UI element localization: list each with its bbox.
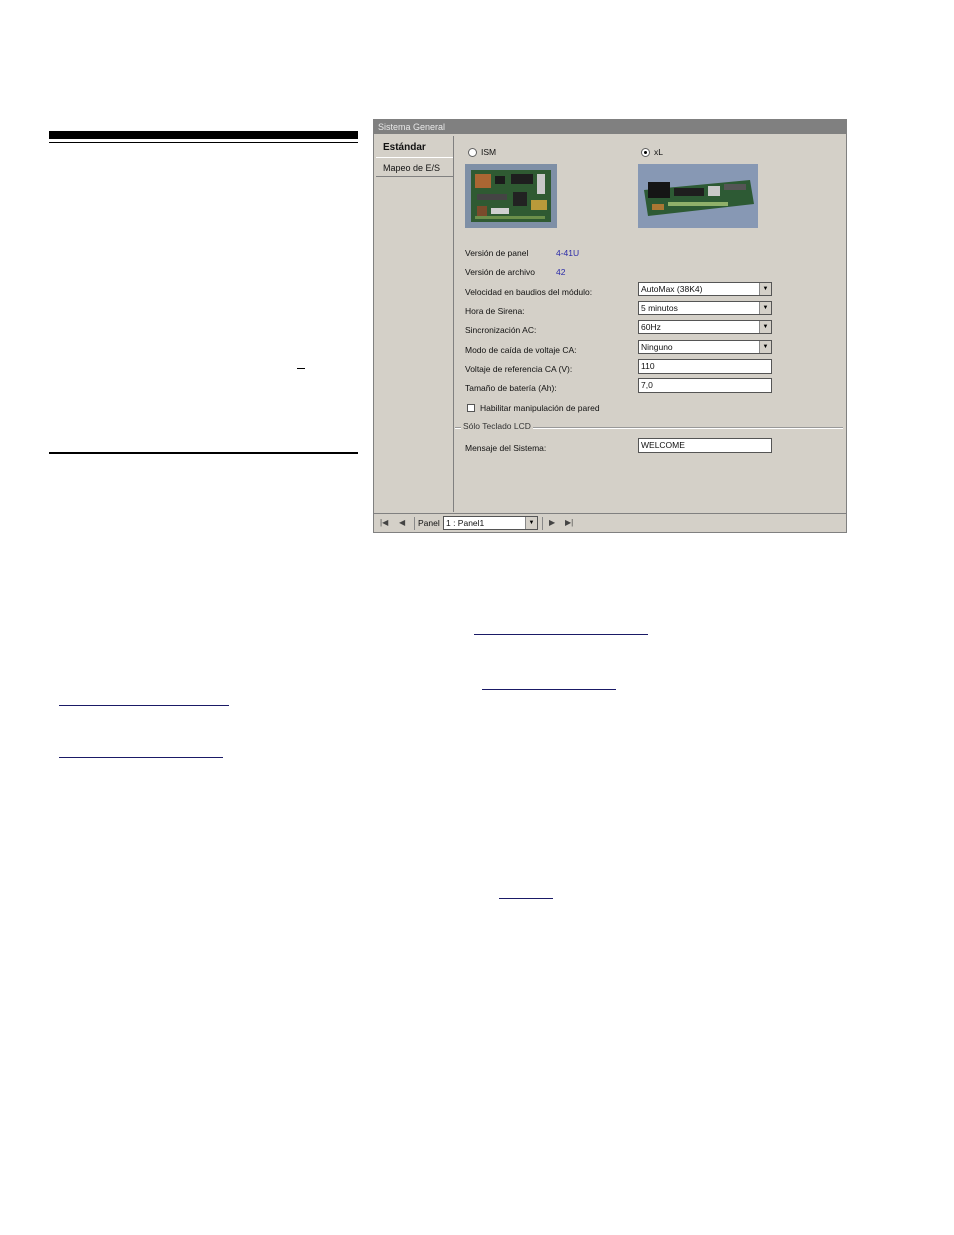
dropdown-arrow-icon[interactable]: ▼ (759, 341, 771, 353)
dropdown-arrow-icon[interactable]: ▼ (759, 302, 771, 314)
ac-sync-value: 60Hz (641, 322, 661, 332)
record-navigator: |◀ ◀ Panel 1 : Panel1 ▼ ▶ ▶| (374, 513, 846, 532)
ac-ref-voltage-label: Voltaje de referencia CA (V): (465, 364, 573, 374)
sistema-general-window: Sistema General Estándar Mapeo de E/S IS… (373, 119, 847, 533)
ism-label: ISM (481, 147, 497, 157)
tab-mapeo[interactable]: Mapeo de E/S (376, 157, 453, 177)
section-rule (49, 452, 358, 454)
group-border (533, 427, 843, 429)
hyperlink-underline[interactable] (59, 705, 229, 706)
panel-select-value: 1 : Panel1 (446, 518, 485, 528)
battery-size-input[interactable]: 7,0 (638, 378, 772, 393)
panel-version-label: Versión de panel (465, 248, 529, 258)
dropdown-arrow-icon[interactable]: ▼ (525, 517, 537, 529)
baud-rate-label: Velocidad en baudios del módulo: (465, 287, 593, 297)
group-border (455, 427, 461, 429)
ism-radio[interactable] (468, 148, 477, 157)
xl-label: xL (654, 147, 663, 157)
tab-list: Estándar Mapeo de E/S (376, 136, 454, 512)
wall-tamper-checkbox[interactable] (467, 404, 475, 412)
xl-board-image (638, 164, 758, 228)
panel-version-value: 4-41U (556, 248, 580, 258)
ac-drop-mode-label: Modo de caída de voltaje CA: (465, 345, 577, 355)
heading-rule-thin (49, 142, 358, 143)
file-version-label: Versión de archivo (465, 267, 535, 277)
ac-sync-select[interactable]: 60Hz ▼ (638, 320, 772, 334)
footnote-mark (297, 368, 305, 369)
heading-rule-thick (49, 131, 358, 139)
xl-radio[interactable] (641, 148, 650, 157)
hyperlink-underline[interactable] (474, 634, 648, 635)
next-record-icon[interactable]: ▶ (549, 518, 555, 527)
battery-size-label: Tamaño de batería (Ah): (465, 383, 557, 393)
ac-ref-voltage-input[interactable]: 110 (638, 359, 772, 374)
lcd-group-title: Sólo Teclado LCD (463, 421, 531, 431)
window-title: Sistema General (374, 120, 846, 134)
tab-estandar[interactable]: Estándar (376, 138, 453, 158)
panel-select[interactable]: 1 : Panel1 ▼ (443, 516, 538, 530)
divider (542, 517, 543, 530)
hyperlink-underline[interactable] (499, 898, 553, 899)
hyperlink-underline[interactable] (482, 689, 616, 690)
file-version-value: 42 (556, 267, 566, 277)
siren-time-label: Hora de Sirena: (465, 306, 525, 316)
panel-label: Panel (418, 518, 440, 528)
siren-time-value: 5 minutos (641, 303, 678, 313)
baud-rate-select[interactable]: AutoMax (38K4) ▼ (638, 282, 772, 296)
hyperlink-underline[interactable] (59, 757, 223, 758)
wall-tamper-label: Habilitar manipulación de pared (480, 403, 600, 413)
dropdown-arrow-icon[interactable]: ▼ (759, 283, 771, 295)
system-message-input[interactable]: WELCOME (638, 438, 772, 453)
last-record-icon[interactable]: ▶| (565, 518, 573, 527)
ac-drop-mode-select[interactable]: Ninguno ▼ (638, 340, 772, 354)
ac-drop-mode-value: Ninguno (641, 342, 673, 352)
baud-rate-value: AutoMax (38K4) (641, 284, 703, 294)
siren-time-select[interactable]: 5 minutos ▼ (638, 301, 772, 315)
system-message-label: Mensaje del Sistema: (465, 443, 547, 453)
prev-record-icon[interactable]: ◀ (399, 518, 405, 527)
divider (414, 517, 415, 530)
dropdown-arrow-icon[interactable]: ▼ (759, 321, 771, 333)
first-record-icon[interactable]: |◀ (380, 518, 388, 527)
tab-content: ISM xL Versión de panel 4-41U Versión de… (453, 134, 845, 512)
ac-sync-label: Sincronización AC: (465, 325, 537, 335)
ism-board-image (465, 164, 557, 228)
